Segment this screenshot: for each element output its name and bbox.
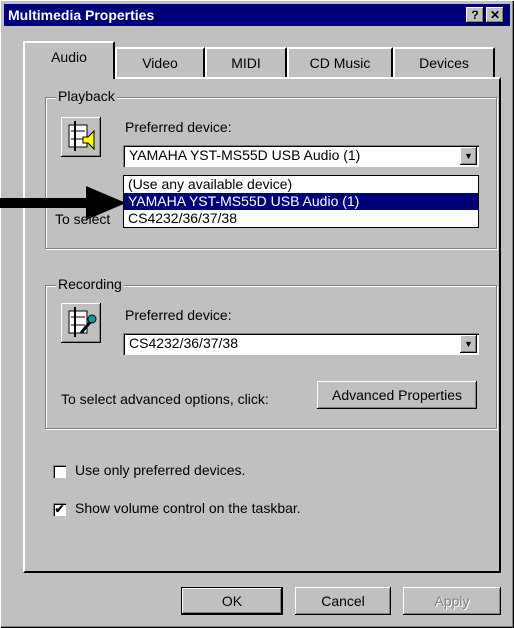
dropdown-option[interactable]: CS4232/36/37/38 — [124, 210, 478, 227]
tab-video[interactable]: Video — [115, 47, 205, 77]
show-volume-checkbox[interactable]: ✔ — [53, 503, 66, 516]
help-button[interactable]: ? — [466, 7, 484, 23]
use-only-preferred-checkbox[interactable] — [53, 465, 66, 478]
playback-preferred-label: Preferred device: — [125, 119, 232, 135]
tab-audio[interactable]: Audio — [23, 41, 115, 79]
dropdown-option[interactable]: (Use any available device) — [124, 176, 478, 193]
cancel-button[interactable]: Cancel — [295, 587, 391, 615]
dropdown-option-selected[interactable]: YAMAHA YST-MS55D USB Audio (1) — [124, 193, 478, 210]
tab-midi[interactable]: MIDI — [205, 47, 287, 77]
close-button[interactable]: ✕ — [486, 7, 504, 23]
recording-group-label: Recording — [56, 276, 124, 292]
ok-button[interactable]: OK — [181, 587, 283, 615]
playback-selected-device: YAMAHA YST-MS55D USB Audio (1) — [129, 147, 361, 163]
audio-panel: Playback Preferred device: YAMAHA YST-MS… — [23, 77, 501, 573]
apply-button[interactable]: Apply — [403, 587, 501, 615]
show-volume-label[interactable]: Show volume control on the taskbar. — [75, 500, 301, 516]
pointer-arrow-icon — [0, 186, 126, 220]
tab-devices[interactable]: Devices — [393, 47, 495, 77]
playback-device-combo[interactable]: YAMAHA YST-MS55D USB Audio (1) ▼ — [123, 145, 479, 167]
playback-group-label: Playback — [56, 88, 117, 104]
use-only-preferred-label[interactable]: Use only preferred devices. — [75, 462, 245, 478]
recording-device-combo[interactable]: CS4232/36/37/38 ▼ — [123, 333, 479, 355]
chevron-down-icon[interactable]: ▼ — [460, 335, 477, 353]
speaker-icon — [61, 117, 101, 157]
advanced-properties-button[interactable]: Advanced Properties — [317, 381, 477, 409]
chevron-down-icon[interactable]: ▼ — [460, 147, 477, 165]
playback-device-dropdown[interactable]: (Use any available device) YAMAHA YST-MS… — [123, 175, 479, 228]
recording-selected-device: CS4232/36/37/38 — [129, 335, 238, 351]
tab-cd-music[interactable]: CD Music — [287, 47, 393, 77]
properties-window: Multimedia Properties ? ✕ Audio Video MI… — [0, 0, 514, 628]
title-bar[interactable]: Multimedia Properties ? ✕ — [4, 4, 510, 26]
recording-advanced-text: To select advanced options, click: — [61, 391, 269, 407]
recording-preferred-label: Preferred device: — [125, 307, 232, 323]
microphone-icon — [61, 303, 101, 343]
window-title: Multimedia Properties — [8, 7, 155, 23]
